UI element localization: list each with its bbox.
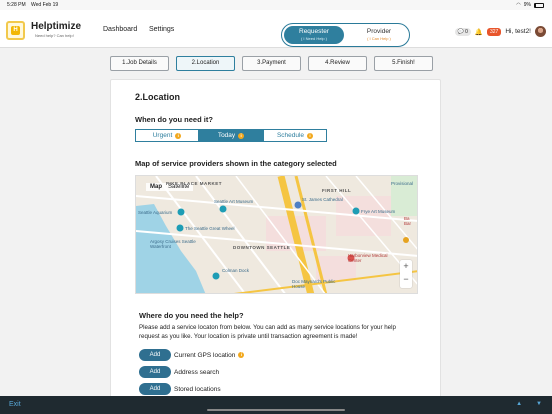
- wifi-icon: ◠: [516, 2, 521, 8]
- status-bar: 5:28 PM Wed Feb 19 ◠ 9%: [0, 0, 552, 10]
- providers-map[interactable]: Map Satellite PIKE PLACE MARKET FIRST HI…: [135, 175, 418, 294]
- map-label: Argosy Cruises Seattle Waterfront: [150, 239, 196, 249]
- when-urgent-button[interactable]: Urgent i: [135, 129, 199, 142]
- arrow-down-icon[interactable]: ▼: [536, 401, 542, 407]
- status-right: ◠ 9%: [516, 2, 544, 8]
- bottom-bar: Exit ▲ ▼: [0, 396, 552, 414]
- nav-arrows: ▲ ▼: [516, 401, 542, 407]
- add-row-gps: Add Current GPS location i: [139, 349, 245, 361]
- arrow-up-icon[interactable]: ▲: [516, 401, 522, 407]
- add-address-label: Address search: [174, 368, 220, 376]
- status-time: 5:28 PM: [7, 2, 26, 8]
- role-requester-sub: ( I Need Help ): [300, 36, 327, 41]
- role-requester-label: Requester: [299, 28, 329, 35]
- map-label: Colman Dock: [222, 268, 250, 273]
- logo[interactable]: H: [6, 21, 25, 40]
- messages-count: 0: [465, 28, 468, 35]
- role-requester[interactable]: Requester ( I Need Help ): [284, 26, 344, 44]
- map-label: The Seattle Great Wheel: [185, 226, 235, 231]
- zoom-out-icon[interactable]: −: [400, 273, 412, 286]
- step-finish[interactable]: 5.Finish!: [374, 56, 433, 71]
- when-urgent-label: Urgent: [152, 132, 173, 139]
- location-card: 2.Location When do you need it? Urgent i…: [110, 79, 441, 414]
- add-row-stored: Add Stored locations: [139, 383, 221, 395]
- map-label: FIRST HILL: [322, 188, 352, 193]
- brand-tagline: Need help? Can help!: [35, 33, 74, 38]
- help-description: Please add a service locaton from below.…: [139, 324, 396, 340]
- role-provider[interactable]: Provider ( I Can Help ): [350, 26, 408, 44]
- page-title: 2.Location: [135, 92, 181, 102]
- map-label: Frye Art Museum: [361, 209, 396, 214]
- step-location[interactable]: 2.Location: [176, 56, 235, 71]
- brand-name: Helptimize: [31, 21, 82, 32]
- map-label: Ba Bar: [404, 216, 412, 226]
- map-type-map[interactable]: Map: [150, 184, 162, 190]
- info-icon[interactable]: i: [238, 132, 245, 139]
- notifications-count[interactable]: 327: [487, 27, 502, 36]
- zoom-in-icon[interactable]: +: [400, 260, 412, 273]
- add-address-button[interactable]: Add: [139, 366, 171, 378]
- exit-button[interactable]: Exit: [9, 401, 21, 408]
- help-heading: Where do you need the help?: [139, 311, 244, 320]
- app-header: H Helptimize Need help? Can help! Dashbo…: [0, 10, 552, 48]
- map-label: St. James Cathedral: [302, 197, 343, 202]
- info-icon[interactable]: i: [307, 132, 314, 139]
- add-stored-label: Stored locations: [174, 385, 221, 393]
- role-provider-sub: ( I Can Help ): [367, 36, 391, 41]
- role-provider-label: Provider: [366, 28, 392, 35]
- chat-icon: 💬: [457, 28, 465, 35]
- when-schedule-button[interactable]: Schedule i: [263, 129, 327, 142]
- step-job-details[interactable]: 1.Job Details: [110, 56, 169, 71]
- bell-icon[interactable]: 🔔: [475, 28, 483, 36]
- when-schedule-label: Schedule: [276, 132, 305, 139]
- map-label: Doc Maynard's Public House: [292, 279, 336, 289]
- home-indicator[interactable]: [207, 409, 345, 411]
- role-toggle: Requester ( I Need Help ) Provider ( I C…: [281, 23, 410, 47]
- map-canvas: [136, 176, 417, 293]
- info-icon[interactable]: i: [238, 352, 245, 358]
- status-date: Wed Feb 19: [31, 2, 59, 8]
- when-today-button[interactable]: Today i: [199, 129, 263, 142]
- add-gps-button[interactable]: Add: [139, 349, 171, 361]
- battery-percent: 9%: [523, 2, 531, 8]
- avatar[interactable]: [535, 26, 546, 37]
- header-right: 💬 0 🔔 327 Hi, test2!: [454, 26, 546, 37]
- map-heading: Map of service providers shown in the ca…: [135, 159, 337, 168]
- nav-settings[interactable]: Settings: [149, 26, 174, 33]
- when-selector: Urgent i Today i Schedule i: [135, 129, 327, 142]
- step-payment[interactable]: 3.Payment: [242, 56, 301, 71]
- when-heading: When do you need it?: [135, 115, 213, 124]
- map-label: PIKE PLACE MARKET: [166, 181, 223, 186]
- logo-mark-icon: H: [11, 26, 20, 35]
- battery-icon: [534, 2, 544, 8]
- map-zoom-control[interactable]: + −: [400, 260, 412, 288]
- map-label: Provisional: [391, 181, 414, 186]
- map-label: DOWNTOWN SEATTLE: [233, 245, 291, 250]
- wizard-steps: 1.Job Details 2.Location 3.Payment 4.Rev…: [110, 56, 433, 71]
- map-label: Harborview Medical Center: [348, 253, 388, 263]
- info-icon[interactable]: i: [175, 132, 182, 139]
- map-label: Seattle Art Museum: [214, 199, 254, 204]
- when-today-label: Today: [217, 132, 236, 139]
- nav-dashboard[interactable]: Dashboard: [103, 26, 137, 33]
- add-row-address: Add Address search: [139, 366, 219, 378]
- greeting[interactable]: Hi, test2!: [505, 28, 531, 35]
- add-stored-button[interactable]: Add: [139, 383, 171, 395]
- map-label: Seattle Aquarium: [138, 210, 173, 215]
- step-review[interactable]: 4.Review: [308, 56, 367, 71]
- add-gps-label: Current GPS location: [174, 351, 236, 359]
- messages-button[interactable]: 💬 0: [454, 27, 471, 36]
